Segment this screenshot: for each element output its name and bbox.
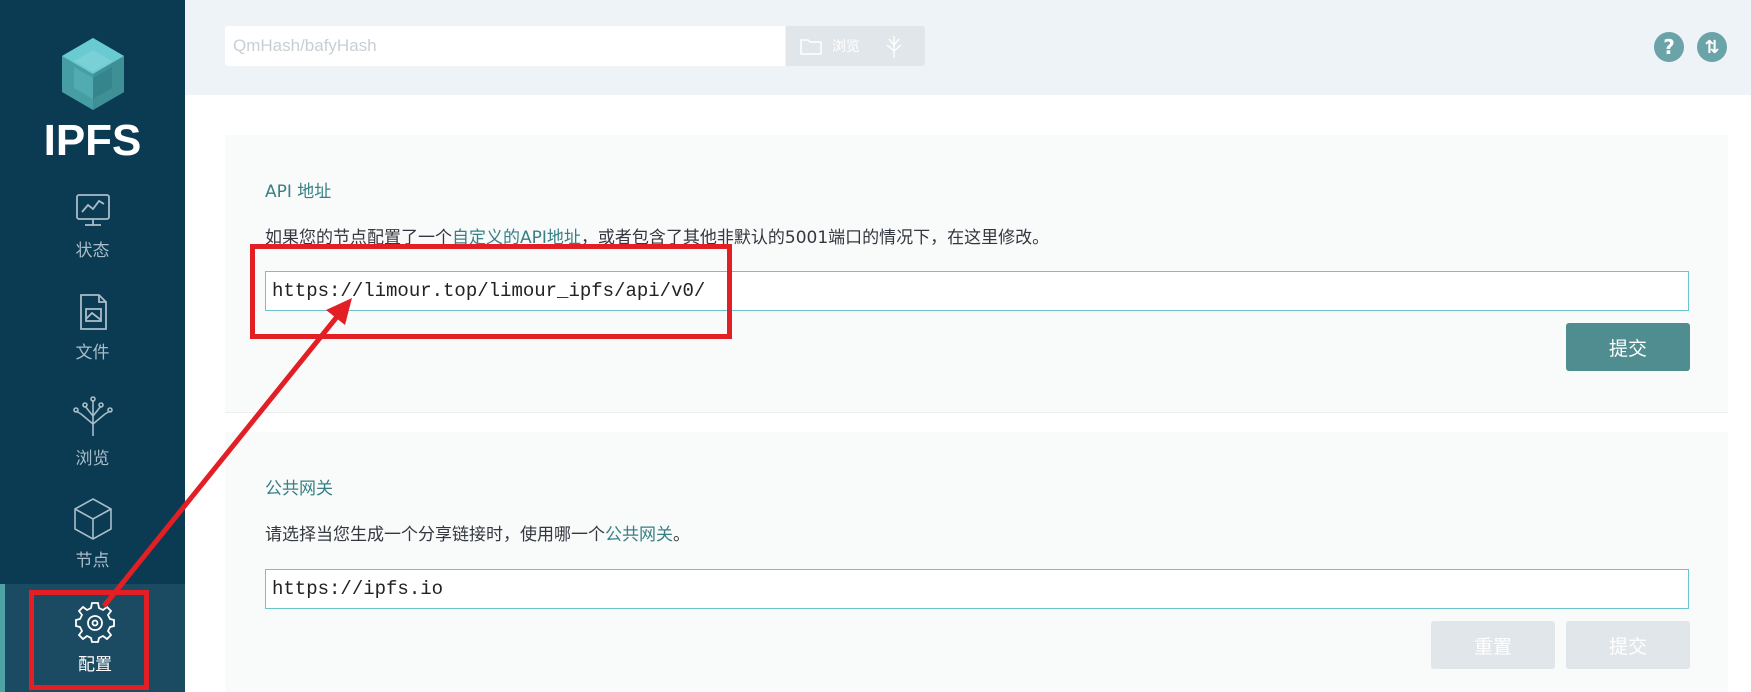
sidebar-item-settings[interactable]: 配置 xyxy=(0,584,185,692)
explore-tree-icon xyxy=(72,396,113,436)
api-desc-text-after: ，或者包含了其他非默认的5001端口的情况下，在这里修改。 xyxy=(580,228,1050,248)
public-gateway-panel: 公共网关 请选择当您生成一个分享链接时，使用哪一个公共网关。 重置 提交 xyxy=(225,432,1728,692)
status-monitor-icon xyxy=(75,194,110,226)
ipfs-cube-logo-icon xyxy=(61,38,124,110)
gateway-section-description: 请选择当您生成一个分享链接时，使用哪一个公共网关。 xyxy=(265,520,690,545)
sidebar: IPFS 状态 文件 浏览 节点 配置 xyxy=(0,0,185,692)
public-gateway-link[interactable]: 公共网关 xyxy=(605,525,673,545)
files-icon xyxy=(79,294,107,330)
api-section-description: 如果您的节点配置了一个自定义的API地址，或者包含了其他非默认的5001端口的情… xyxy=(265,223,1049,248)
gateway-input[interactable] xyxy=(265,569,1689,609)
sidebar-item-label: 文件 xyxy=(75,343,110,363)
api-section-title: API 地址 xyxy=(265,182,332,202)
gateway-section-title: 公共网关 xyxy=(265,479,333,499)
api-address-panel: API 地址 如果您的节点配置了一个自定义的API地址，或者包含了其他非默认的5… xyxy=(225,135,1728,413)
sidebar-item-status[interactable]: 状态 xyxy=(0,190,185,290)
gateway-desc-text-after: 。 xyxy=(673,525,690,545)
sidebar-item-explore[interactable]: 浏览 xyxy=(0,394,185,494)
explore-tree-icon xyxy=(886,36,902,58)
connection-arrows-icon: ⇅ xyxy=(1704,36,1720,58)
connection-status-button[interactable]: ⇅ xyxy=(1697,32,1727,62)
search-input[interactable] xyxy=(225,26,785,66)
app-title: IPFS xyxy=(43,116,142,165)
sidebar-item-files[interactable]: 文件 xyxy=(0,292,185,392)
browse-button[interactable]: 浏览 xyxy=(786,26,925,66)
ipfs-logo[interactable] xyxy=(0,36,185,116)
settings-gear-icon xyxy=(75,602,115,643)
sidebar-item-label: 浏览 xyxy=(75,449,110,469)
peers-cube-icon xyxy=(73,498,112,540)
folder-icon xyxy=(800,39,822,55)
api-address-input[interactable] xyxy=(265,271,1689,311)
gateway-submit-button[interactable]: 提交 xyxy=(1566,621,1690,669)
help-icon: ? xyxy=(1663,35,1675,59)
browse-button-label: 浏览 xyxy=(832,39,860,55)
api-desc-text: 如果您的节点配置了一个 xyxy=(265,228,452,248)
sidebar-item-peers[interactable]: 节点 xyxy=(0,496,185,596)
gateway-desc-text: 请选择当您生成一个分享链接时，使用哪一个 xyxy=(265,525,605,545)
sidebar-item-label: 状态 xyxy=(75,241,110,261)
sidebar-item-label: 节点 xyxy=(75,551,110,571)
api-submit-button[interactable]: 提交 xyxy=(1566,323,1690,371)
custom-api-address-link[interactable]: 自定义的API地址 xyxy=(452,228,581,248)
sidebar-item-label: 配置 xyxy=(78,655,112,675)
help-button[interactable]: ? xyxy=(1654,32,1684,62)
gateway-reset-button[interactable]: 重置 xyxy=(1431,621,1555,669)
